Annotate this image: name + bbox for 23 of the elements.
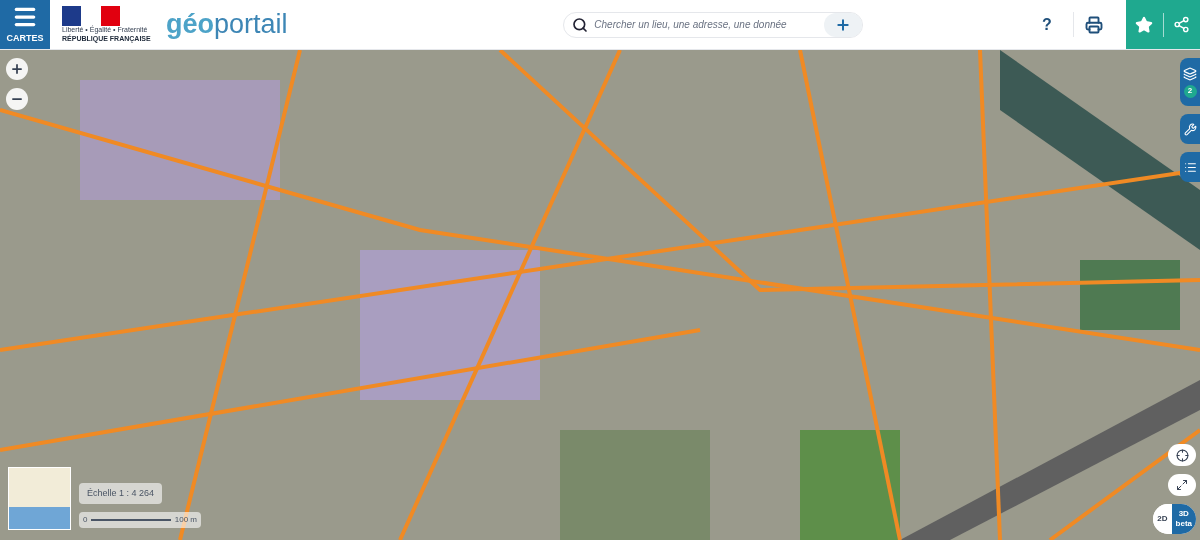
crosshair-icon [1175,448,1189,462]
help-button[interactable]: ? [1029,0,1065,49]
share-icon [1173,16,1191,33]
add-button[interactable] [824,12,863,37]
wrench-icon [1183,122,1197,136]
menu-button[interactable]: CARTES [0,0,50,49]
layers-button[interactable]: 2 [1180,58,1200,106]
plus-icon [10,62,24,76]
app-logo: géoportail [166,8,288,41]
layers-icon [1183,66,1197,81]
layer-count: 2 [1183,84,1197,98]
legend-button[interactable] [1180,152,1200,182]
scale-bar: 0 100 m [79,512,201,528]
tools-button[interactable] [1180,114,1200,144]
search-bar[interactable]: Chercher un lieu, une adresse, une donnée [563,11,864,38]
print-icon [1085,15,1103,34]
scale-label: Échelle 1 : 4 264 [79,482,163,504]
star-icon [1135,15,1154,34]
list-icon [1183,160,1197,174]
expand-icon [1176,479,1188,491]
overview-map-placeholder [8,467,71,530]
search-icon [572,16,589,33]
search-field[interactable]: Chercher un lieu, une adresse, une donnée [594,17,825,32]
